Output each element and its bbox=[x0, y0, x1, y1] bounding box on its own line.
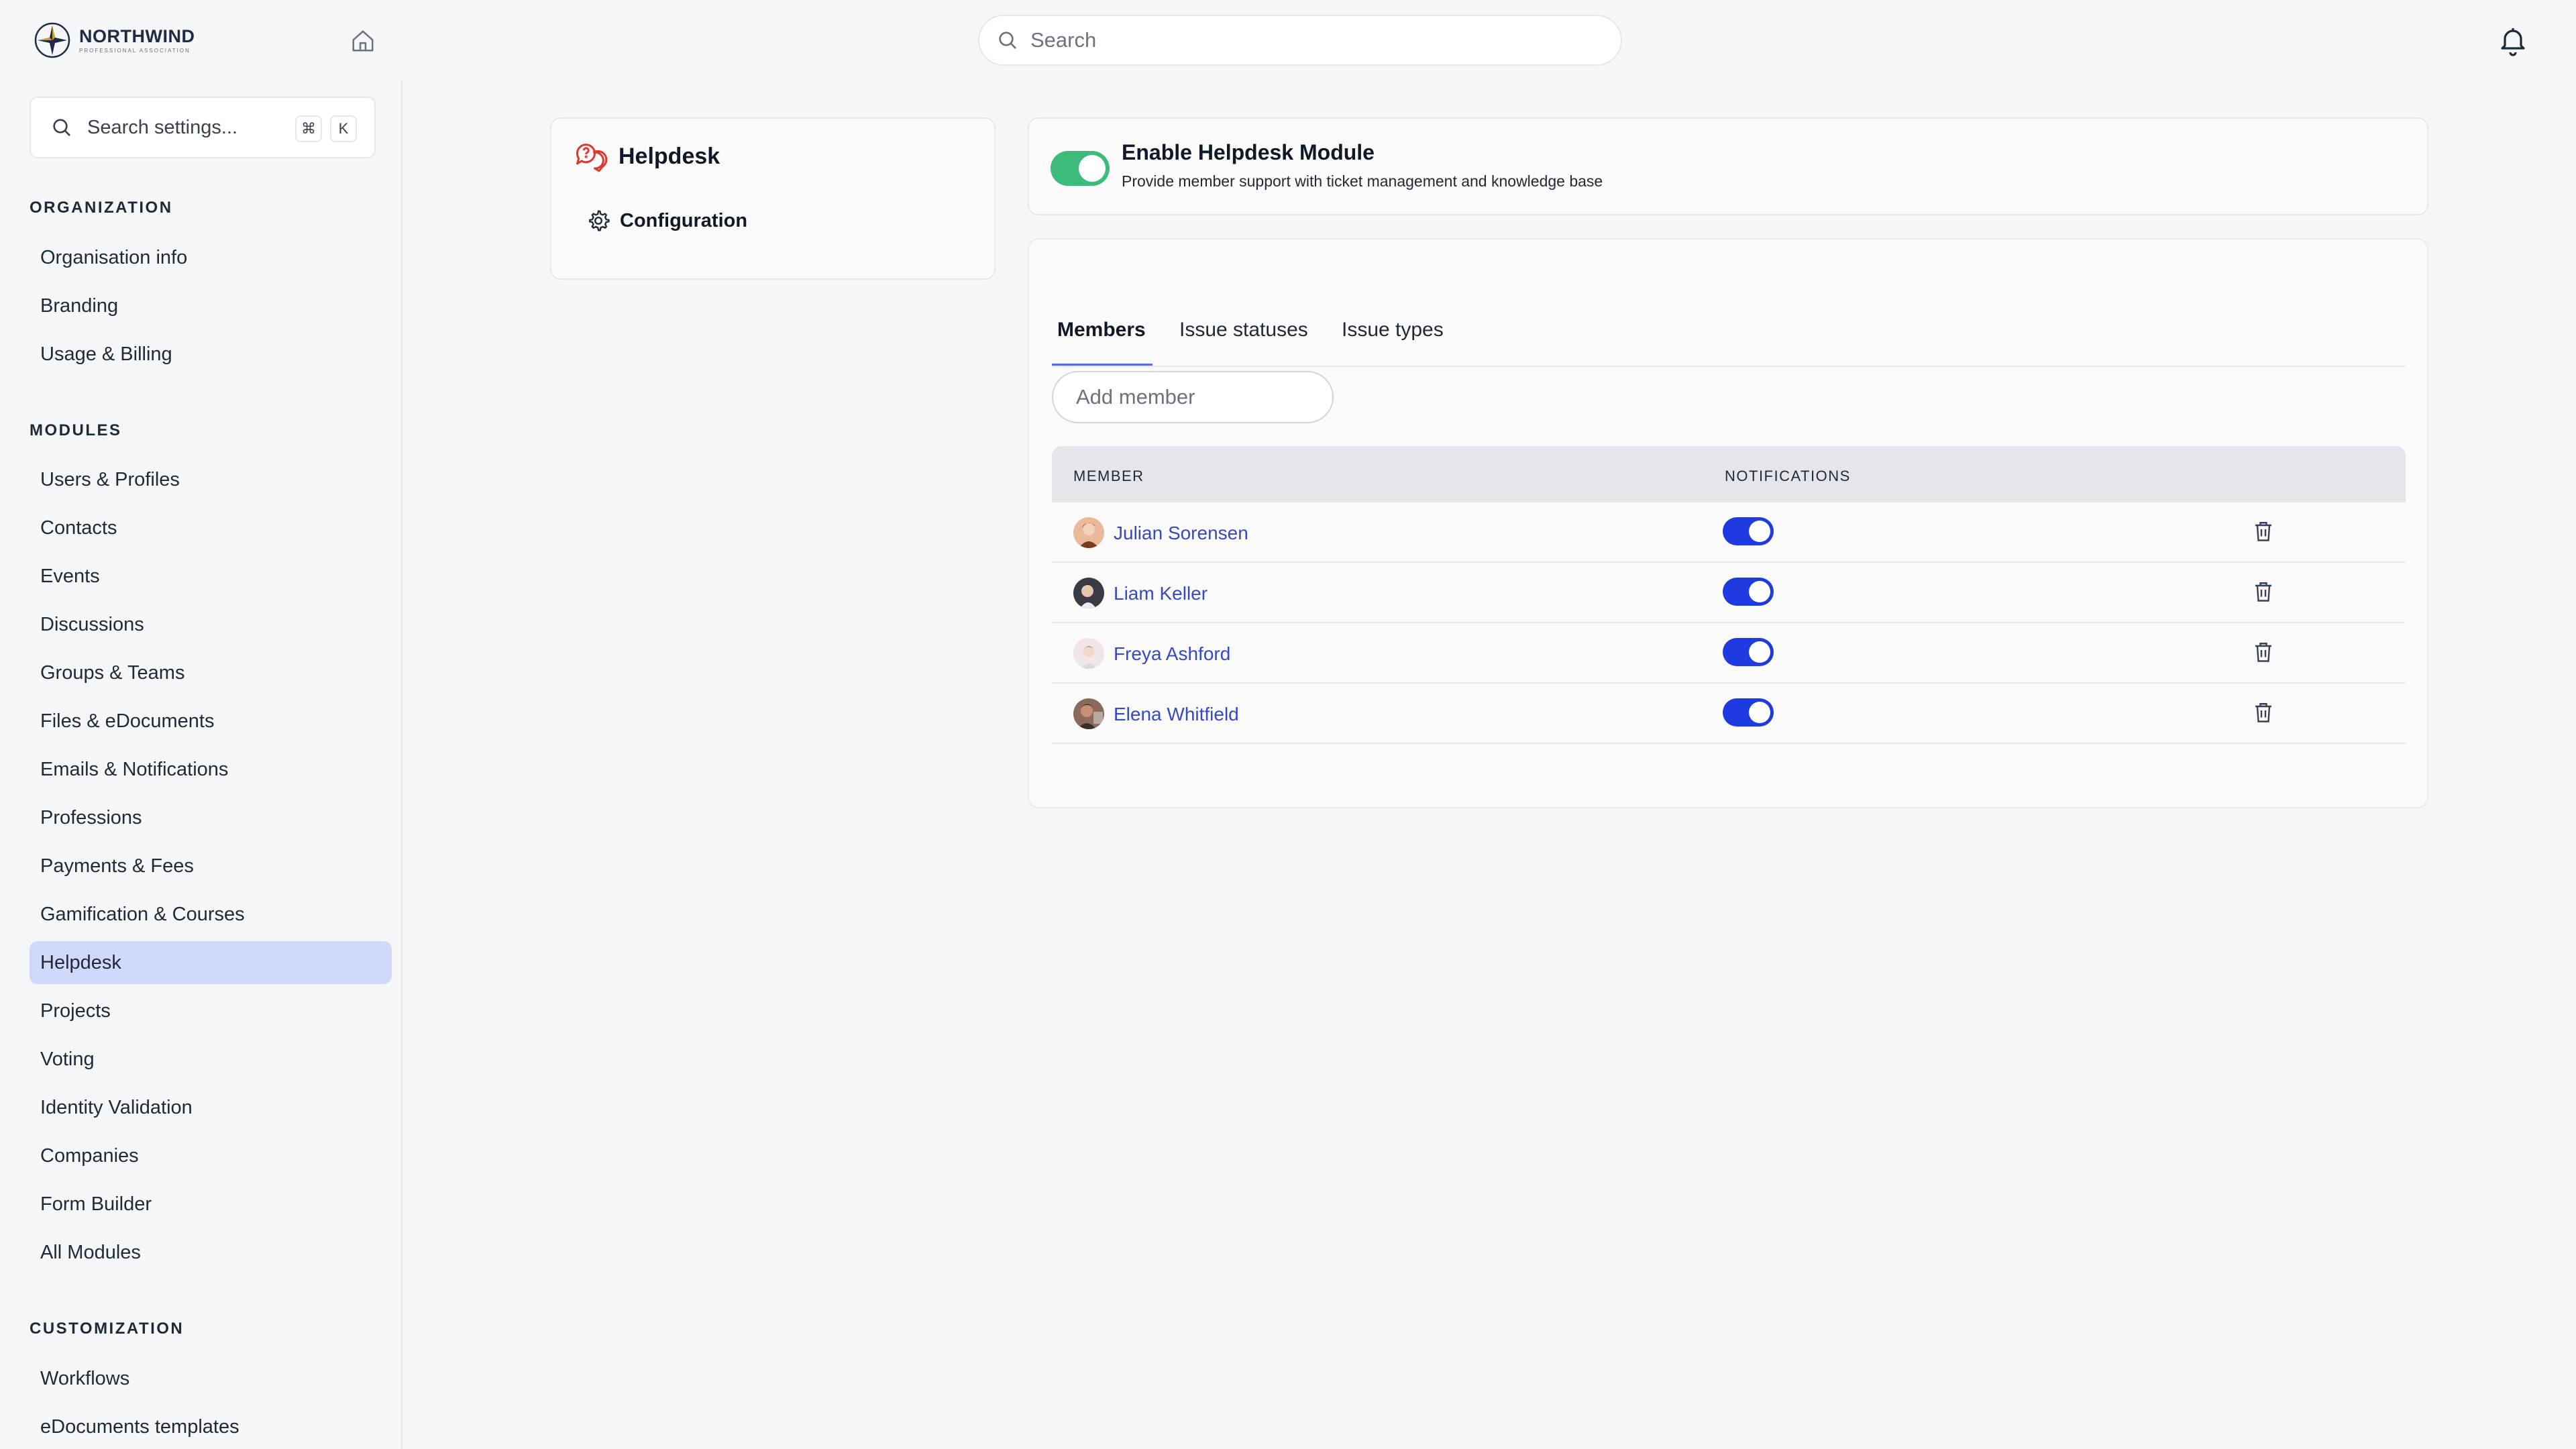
sidebar-item-projects[interactable]: Projects bbox=[30, 989, 392, 1032]
tab-members[interactable]: Members bbox=[1052, 277, 1152, 366]
sidebar-item-users-profiles[interactable]: Users & Profiles bbox=[30, 458, 392, 501]
sidebar-item-events[interactable]: Events bbox=[30, 555, 392, 598]
enable-module-title: Enable Helpdesk Module bbox=[1122, 140, 1375, 164]
add-member-input[interactable] bbox=[1076, 385, 1311, 409]
shortcut-k-key: K bbox=[330, 115, 357, 142]
sidebar-item-voting[interactable]: Voting bbox=[30, 1038, 392, 1081]
gear-icon bbox=[589, 210, 610, 231]
configuration-link[interactable]: Configuration bbox=[586, 209, 747, 233]
member-name-link[interactable]: Julian Sorensen bbox=[1114, 523, 1248, 544]
sidebar-item-contacts[interactable]: Contacts bbox=[30, 506, 392, 549]
home-icon bbox=[352, 30, 374, 52]
notifications-button[interactable] bbox=[2494, 21, 2532, 59]
settings-sidebar: ⌘ K ORGANIZATION Organisation info Brand… bbox=[0, 80, 402, 1449]
table-header: MEMBER NOTIFICATIONS bbox=[1052, 446, 2406, 502]
sidebar-item-files-edocuments[interactable]: Files & eDocuments bbox=[30, 700, 392, 743]
logo-name: NORTHWIND bbox=[79, 25, 195, 46]
module-card: Helpdesk Configuration bbox=[550, 117, 996, 280]
table-row: Elena Whitfield bbox=[1052, 684, 2406, 744]
member-name-link[interactable]: Elena Whitfield bbox=[1114, 704, 1239, 725]
home-button[interactable] bbox=[347, 25, 378, 56]
logo[interactable]: NORTHWIND PROFESSIONAL ASSOCIATION bbox=[34, 21, 195, 59]
notifications-toggle[interactable] bbox=[1723, 578, 1774, 606]
trash-icon[interactable] bbox=[2251, 639, 2275, 665]
trash-icon[interactable] bbox=[2251, 579, 2275, 604]
sidebar-item-groups-teams[interactable]: Groups & Teams bbox=[30, 651, 392, 694]
avatar[interactable] bbox=[1073, 638, 1104, 669]
section-title-customization: CUSTOMIZATION bbox=[30, 1320, 184, 1338]
table-row: Liam Keller bbox=[1052, 563, 2406, 623]
helpdesk-chat-icon bbox=[576, 144, 608, 172]
settings-search-input[interactable] bbox=[87, 116, 288, 139]
sidebar-item-workflows[interactable]: Workflows bbox=[30, 1357, 392, 1400]
sidebar-item-gamification-courses[interactable]: Gamification & Courses bbox=[30, 893, 392, 936]
notifications-toggle[interactable] bbox=[1723, 638, 1774, 666]
enable-module-card: Enable Helpdesk Module Provide member su… bbox=[1028, 117, 2428, 215]
section-title-organization: ORGANIZATION bbox=[30, 199, 173, 217]
top-bar: NORTHWIND PROFESSIONAL ASSOCIATION bbox=[0, 0, 2576, 80]
sidebar-item-companies[interactable]: Companies bbox=[30, 1134, 392, 1177]
members-table: MEMBER NOTIFICATIONS Julian Sorensen Lia… bbox=[1052, 446, 2406, 744]
shortcut-cmd-key: ⌘ bbox=[295, 115, 322, 142]
sidebar-item-edocuments-templates[interactable]: eDocuments templates bbox=[30, 1405, 392, 1448]
settings-search[interactable]: ⌘ K bbox=[30, 97, 376, 158]
notifications-toggle[interactable] bbox=[1723, 517, 1774, 545]
configuration-label: Configuration bbox=[620, 209, 748, 231]
sidebar-item-all-modules[interactable]: All Modules bbox=[30, 1231, 392, 1274]
avatar[interactable] bbox=[1073, 517, 1104, 548]
sidebar-item-emails-notifications[interactable]: Emails & Notifications bbox=[30, 748, 392, 791]
bell-icon bbox=[2501, 28, 2525, 56]
tab-issue-types[interactable]: Issue types bbox=[1342, 277, 1444, 366]
tab-issue-statuses[interactable]: Issue statuses bbox=[1179, 277, 1308, 366]
tab-bar: Members Issue statuses Issue types bbox=[1052, 277, 2406, 367]
member-name-link[interactable]: Freya Ashford bbox=[1114, 643, 1230, 665]
sidebar-item-helpdesk[interactable]: Helpdesk bbox=[30, 941, 392, 984]
enable-module-toggle[interactable] bbox=[1051, 151, 1110, 186]
sidebar-item-identity-validation[interactable]: Identity Validation bbox=[30, 1086, 392, 1129]
compass-logo-icon bbox=[34, 22, 70, 58]
search-icon bbox=[999, 32, 1016, 49]
sidebar-item-branding[interactable]: Branding bbox=[30, 284, 392, 327]
enable-module-description: Provide member support with ticket manag… bbox=[1122, 172, 1603, 190]
member-name-link[interactable]: Liam Keller bbox=[1114, 583, 1208, 604]
column-header-member: MEMBER bbox=[1073, 468, 1144, 484]
sidebar-item-organisation-info[interactable]: Organisation info bbox=[30, 236, 392, 279]
column-header-notifications: NOTIFICATIONS bbox=[1725, 468, 1851, 484]
sidebar-item-usage-billing[interactable]: Usage & Billing bbox=[30, 333, 392, 376]
add-member-field[interactable] bbox=[1052, 371, 1334, 423]
global-search[interactable] bbox=[978, 15, 1622, 66]
table-row: Freya Ashford bbox=[1052, 623, 2406, 684]
table-row: Julian Sorensen bbox=[1052, 502, 2406, 563]
module-title: Helpdesk bbox=[619, 143, 720, 169]
notifications-toggle[interactable] bbox=[1723, 698, 1774, 727]
trash-icon[interactable] bbox=[2251, 519, 2275, 544]
sidebar-item-payments-fees[interactable]: Payments & Fees bbox=[30, 845, 392, 888]
avatar[interactable] bbox=[1073, 698, 1104, 729]
sidebar-item-form-builder[interactable]: Form Builder bbox=[30, 1183, 392, 1226]
search-icon bbox=[53, 119, 70, 136]
global-search-input[interactable] bbox=[1030, 28, 1580, 52]
logo-subtitle: PROFESSIONAL ASSOCIATION bbox=[79, 47, 191, 54]
avatar[interactable] bbox=[1073, 578, 1104, 608]
sidebar-item-professions[interactable]: Professions bbox=[30, 796, 392, 839]
sidebar-item-discussions[interactable]: Discussions bbox=[30, 603, 392, 646]
section-title-modules: MODULES bbox=[30, 421, 122, 439]
trash-icon[interactable] bbox=[2251, 700, 2275, 725]
members-card: Members Issue statuses Issue types MEMBE… bbox=[1028, 238, 2428, 808]
